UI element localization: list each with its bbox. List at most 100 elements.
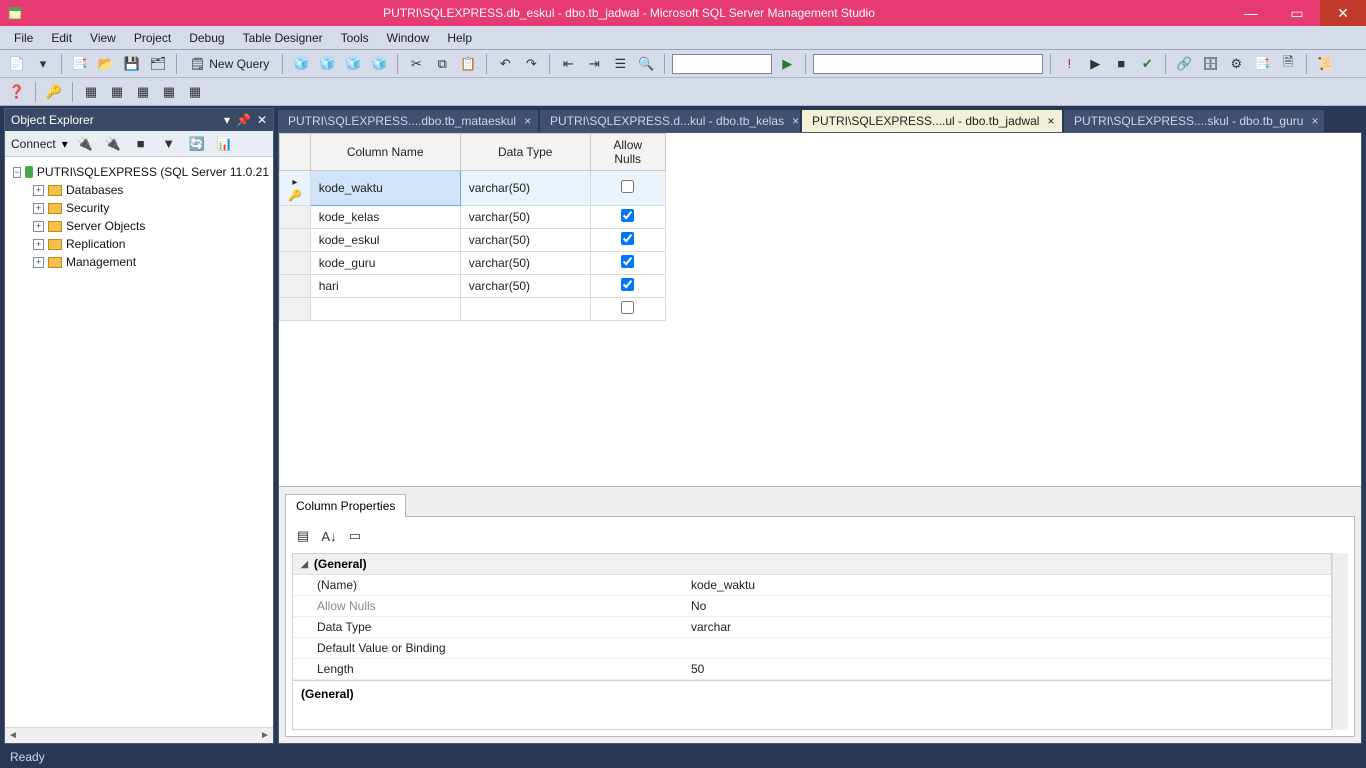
allow-nulls-checkbox[interactable]	[621, 278, 634, 291]
cell-allow-nulls[interactable]	[590, 171, 665, 206]
property-row[interactable]: Default Value or Binding	[293, 638, 1331, 659]
nav-fwd-icon[interactable]: ⇥	[583, 53, 605, 75]
tab-close-icon[interactable]: ×	[524, 114, 531, 128]
property-group-general[interactable]: ◢ (General)	[293, 554, 1331, 575]
cell-column-name[interactable]: kode_guru	[310, 252, 460, 275]
tree-node[interactable]: + Management	[13, 253, 269, 271]
property-row[interactable]: (Name)kode_waktu	[293, 575, 1331, 596]
document-tab[interactable]: PUTRI\SQLEXPRESS....skul - dbo.tb_guru×	[1064, 110, 1324, 132]
header-allow-nulls[interactable]: Allow Nulls	[590, 134, 665, 171]
horizontal-scrollbar[interactable]: ◄►	[5, 727, 273, 743]
column-row[interactable]: kode_guruvarchar(50)	[280, 252, 666, 275]
column-row[interactable]: harivarchar(50)	[280, 275, 666, 298]
tree-node[interactable]: + Databases	[13, 181, 269, 199]
property-row[interactable]: Allow NullsNo	[293, 596, 1331, 617]
db-icon-1[interactable]: 🧊	[290, 53, 312, 75]
close-button[interactable]: ✕	[1320, 0, 1366, 26]
document-tab[interactable]: PUTRI\SQLEXPRESS.d...kul - dbo.tb_kelas×	[540, 110, 800, 132]
menu-help[interactable]: Help	[439, 29, 480, 47]
panel-pin-icon[interactable]: 📌	[236, 113, 251, 127]
disconnect-icon[interactable]: 🔌	[102, 133, 124, 155]
help-icon[interactable]: ❓	[6, 81, 28, 103]
cell-data-type[interactable]: varchar(50)	[460, 171, 590, 206]
column-row[interactable]: kode_kelasvarchar(50)	[280, 206, 666, 229]
copy-icon[interactable]: ⧉	[431, 53, 453, 75]
filter-icon[interactable]: ▼	[158, 133, 180, 155]
properties-scrollbar[interactable]	[1332, 553, 1348, 730]
collapse-triangle-icon[interactable]: ◢	[301, 559, 308, 570]
db-icon-2[interactable]: 🧊	[316, 53, 338, 75]
new-project-icon[interactable]: 📄	[6, 53, 28, 75]
column-grid[interactable]: Column Name Data Type Allow Nulls ▸🔑kode…	[279, 133, 1361, 321]
new-query-button[interactable]: 🗒 New Query	[184, 53, 275, 75]
cell-data-type[interactable]: varchar(50)	[460, 206, 590, 229]
panel-dropdown-icon[interactable]: ▾	[224, 113, 230, 127]
refresh-icon[interactable]: 🔄	[186, 133, 208, 155]
stop-icon[interactable]: ■	[1110, 53, 1132, 75]
grid-icon-5[interactable]: ▦	[184, 81, 206, 103]
minimize-button[interactable]: —	[1228, 0, 1274, 26]
row-header[interactable]	[280, 275, 311, 298]
cell-allow-nulls[interactable]	[590, 252, 665, 275]
cell-data-type[interactable]: varchar(50)	[460, 275, 590, 298]
start-icon[interactable]: ▶	[776, 53, 798, 75]
document-tab[interactable]: PUTRI\SQLEXPRESS....dbo.tb_mataeskul×	[278, 110, 538, 132]
grid-icon-3[interactable]: ▦	[132, 81, 154, 103]
object-explorer-tree[interactable]: − PUTRI\SQLEXPRESS (SQL Server 11.0.21 +…	[5, 157, 273, 727]
expand-icon[interactable]: +	[33, 221, 44, 232]
script-icon[interactable]: 📜	[1314, 53, 1336, 75]
grid-icon-1[interactable]: ▦	[80, 81, 102, 103]
allow-nulls-checkbox[interactable]	[621, 209, 634, 222]
checkcon-icon[interactable]: ⚙	[1225, 53, 1247, 75]
cell-allow-nulls[interactable]	[590, 229, 665, 252]
cell-column-name[interactable]: kode_waktu	[310, 171, 460, 206]
find-icon[interactable]: 🔍	[635, 53, 657, 75]
menu-debug[interactable]: Debug	[181, 29, 232, 47]
database-combo[interactable]	[813, 54, 1043, 74]
fulltext-icon[interactable]: 📑	[1251, 53, 1273, 75]
nav-back-icon[interactable]: ⇤	[557, 53, 579, 75]
property-value[interactable]: 50	[683, 659, 1331, 679]
grid-icon-2[interactable]: ▦	[106, 81, 128, 103]
collapse-icon[interactable]: −	[13, 167, 21, 178]
redo-icon[interactable]: ↷	[520, 53, 542, 75]
column-row[interactable]: ▸🔑kode_waktuvarchar(50)	[280, 171, 666, 206]
allow-nulls-checkbox[interactable]	[621, 180, 634, 193]
allow-nulls-checkbox[interactable]	[621, 232, 634, 245]
nav-list-icon[interactable]: ☰	[609, 53, 631, 75]
execute-icon[interactable]: !	[1058, 53, 1080, 75]
property-grid[interactable]: ◢ (General) (Name)kode_waktuAllow NullsN…	[292, 553, 1332, 681]
header-column-name[interactable]: Column Name	[310, 134, 460, 171]
cell-column-name[interactable]: kode_eskul	[310, 229, 460, 252]
cell-data-type[interactable]: varchar(50)	[460, 229, 590, 252]
cell-allow-nulls[interactable]	[590, 206, 665, 229]
tab-close-icon[interactable]: ×	[792, 114, 799, 128]
tree-node[interactable]: + Server Objects	[13, 217, 269, 235]
prop-sort-icon[interactable]: A↓	[318, 525, 340, 547]
allow-nulls-checkbox[interactable]	[621, 255, 634, 268]
undo-icon[interactable]: ↶	[494, 53, 516, 75]
paste-icon[interactable]: 📋	[457, 53, 479, 75]
prop-categorize-icon[interactable]: ▤	[292, 525, 314, 547]
allow-nulls-checkbox[interactable]	[621, 301, 634, 314]
tab-close-icon[interactable]: ×	[1047, 114, 1054, 128]
property-value[interactable]	[683, 638, 1331, 658]
grid-icon-4[interactable]: ▦	[158, 81, 180, 103]
cell-column-name[interactable]: hari	[310, 275, 460, 298]
relations-icon[interactable]: 🔗	[1173, 53, 1195, 75]
document-tab[interactable]: PUTRI\SQLEXPRESS....ul - dbo.tb_jadwal×	[802, 110, 1062, 132]
menu-table-designer[interactable]: Table Designer	[235, 29, 331, 47]
check-icon[interactable]: ✔	[1136, 53, 1158, 75]
menu-window[interactable]: Window	[379, 29, 438, 47]
cell-column-name[interactable]: kode_kelas	[310, 206, 460, 229]
row-header[interactable]	[280, 206, 311, 229]
row-header[interactable]: ▸🔑	[280, 171, 311, 206]
prop-pages-icon[interactable]: ▭	[344, 525, 366, 547]
tab-close-icon[interactable]: ×	[1311, 114, 1318, 128]
column-row-empty[interactable]	[280, 298, 666, 321]
tree-root[interactable]: − PUTRI\SQLEXPRESS (SQL Server 11.0.21	[13, 163, 269, 181]
property-row[interactable]: Data Typevarchar	[293, 617, 1331, 638]
property-value[interactable]: varchar	[683, 617, 1331, 637]
tree-node[interactable]: + Replication	[13, 235, 269, 253]
header-data-type[interactable]: Data Type	[460, 134, 590, 171]
